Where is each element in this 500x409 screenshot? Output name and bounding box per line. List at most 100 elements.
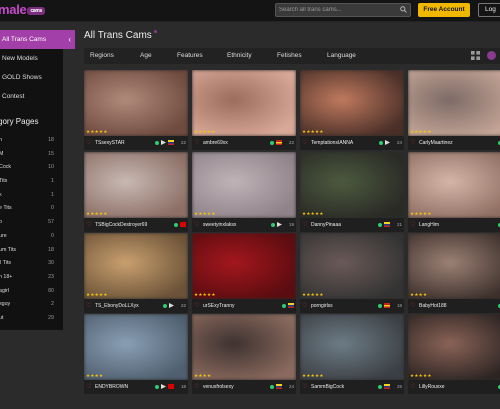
cam-card[interactable]: ★★★★★ ♡ ambre69xx 22 [192, 70, 296, 150]
category-item[interactable]: k1 [0, 189, 60, 203]
cam-username[interactable]: ENDYBROWN [95, 380, 128, 394]
category-item[interactable]: agirl 80 [0, 285, 60, 299]
cam-card[interactable]: ★★★★★ ♡ SammBigCock 25 [300, 314, 404, 394]
category-count: 23 [48, 273, 54, 280]
category-item[interactable]: Tits 1 [0, 175, 60, 189]
cam-thumbnail[interactable] [408, 233, 500, 299]
category-item[interactable]: ure 0 [0, 230, 60, 244]
cam-thumbnail[interactable] [300, 70, 404, 136]
cam-username[interactable]: CarlyMaartinez [419, 136, 453, 150]
category-item[interactable]: um Tits 18 [0, 244, 60, 258]
cam-username[interactable]: TSsexySTAR [95, 136, 125, 150]
cam-username[interactable]: TemptationsIANNA [311, 136, 353, 150]
category-item[interactable]: e Tits 0 [0, 202, 60, 216]
nav-gold-shows[interactable]: GOLD Shows [0, 68, 75, 87]
cam-card[interactable]: ★★★★★ ♡ TemptationsIANNA 24 [300, 70, 404, 150]
view-toggle-icon[interactable] [487, 51, 496, 60]
category-item[interactable]: M 15 [0, 148, 60, 162]
favorite-heart-icon[interactable]: ♡ [194, 302, 199, 309]
filter-fetishes[interactable]: Fetishes [277, 48, 302, 64]
search-input[interactable] [279, 5, 391, 15]
cam-thumbnail[interactable] [300, 233, 404, 299]
favorite-heart-icon[interactable]: ♡ [194, 383, 199, 390]
cam-username[interactable]: SammBigCock [311, 380, 344, 394]
cam-thumbnail[interactable] [192, 233, 296, 299]
cam-thumbnail[interactable] [300, 314, 404, 380]
cam-card[interactable]: ★★★★★ ♡ urSExyTranny [192, 233, 296, 313]
category-item[interactable]: n 18+ 23 [0, 271, 60, 285]
favorite-heart-icon[interactable]: ♡ [86, 302, 91, 309]
cam-card[interactable]: ★★★★★ ♡ DannyPinaaa 21 [300, 152, 404, 232]
cam-username[interactable]: sweetyinxlaksx [203, 218, 236, 232]
cam-username[interactable]: TS_EbonyDoLLXyx [95, 299, 139, 313]
nav-all-trans-cams[interactable]: All Trans Cams ‹ [0, 30, 75, 49]
cam-username[interactable]: BabyHot188 [419, 299, 447, 313]
favorite-heart-icon[interactable]: ♡ [410, 383, 415, 390]
cam-card[interactable]: ★★★★★ ♡ TS_EbonyDoLLXyx 22 [84, 233, 188, 313]
cam-username[interactable]: urSExyTranny [203, 299, 235, 313]
favorite-heart-icon[interactable]: ♡ [86, 221, 91, 228]
collapse-chevron-icon[interactable]: ‹ [68, 30, 71, 49]
cam-thumbnail[interactable] [408, 70, 500, 136]
favorite-heart-icon[interactable]: ♡ [410, 221, 415, 228]
filter-language[interactable]: Language [327, 48, 356, 64]
cam-thumbnail[interactable] [84, 233, 188, 299]
category-item[interactable]: Cock 10 [0, 161, 60, 175]
cam-username[interactable]: TSBigCockDestroyer69 [95, 218, 147, 232]
category-item[interactable]: ll Tits 30 [0, 257, 60, 271]
category-item[interactable]: sguy 2 [0, 298, 60, 312]
filter-features[interactable]: Features [177, 48, 203, 64]
cam-card[interactable]: ★★★★★ ♡ TSBigCockDestroyer69 [84, 152, 188, 232]
favorite-heart-icon[interactable]: ♡ [302, 221, 307, 228]
cam-card[interactable]: ★★★★ ♡ ENDYBROWN 18 [84, 314, 188, 394]
free-account-button[interactable]: Free Account [418, 3, 470, 17]
cam-card[interactable]: ★★★★★ ♡ TSsexySTAR 22 [84, 70, 188, 150]
cam-username[interactable]: LangHim [419, 218, 439, 232]
cam-card[interactable]: ★★★★★ ♡ porngirlss 18 [300, 233, 404, 313]
filter-ethnicity[interactable]: Ethnicity [227, 48, 252, 64]
cam-card[interactable]: ★★★★★ ♡ LillyRouxxe [408, 314, 500, 394]
favorite-heart-icon[interactable]: ♡ [194, 221, 199, 228]
grid-view-icon[interactable] [471, 51, 480, 60]
category-item[interactable]: ut 29 [0, 312, 60, 326]
categories-heading: gory Pages [0, 117, 39, 126]
favorite-heart-icon[interactable]: ♡ [410, 139, 415, 146]
cam-thumbnail[interactable] [84, 152, 188, 218]
cam-thumbnail[interactable] [192, 314, 296, 380]
cam-username[interactable]: porngirlss [311, 299, 333, 313]
filter-regions[interactable]: Regions [90, 48, 114, 64]
rating-stars-icon: ★★★★★ [302, 292, 324, 297]
favorite-heart-icon[interactable]: ♡ [86, 139, 91, 146]
search-icon[interactable] [400, 6, 407, 13]
cam-thumbnail[interactable] [84, 314, 188, 380]
cam-username[interactable]: DannyPinaaa [311, 218, 341, 232]
nav-contest[interactable]: Contest [0, 87, 75, 106]
favorite-heart-icon[interactable]: ♡ [302, 302, 307, 309]
cam-thumbnail[interactable] [300, 152, 404, 218]
login-button[interactable]: Log [478, 3, 500, 17]
favorite-heart-icon[interactable]: ♡ [194, 139, 199, 146]
cam-thumbnail[interactable] [192, 70, 296, 136]
online-status-icon [163, 304, 167, 308]
category-item[interactable]: n 18 [0, 134, 60, 148]
nav-new-models[interactable]: New Models [0, 49, 75, 68]
cam-card[interactable]: ★★★★ ♡ venusfrolsexy 24 [192, 314, 296, 394]
cam-thumbnail[interactable] [84, 70, 188, 136]
cam-thumbnail[interactable] [408, 152, 500, 218]
cam-card[interactable]: ★★★★★ ♡ CarlyMaartinez [408, 70, 500, 150]
cam-username[interactable]: LillyRouxxe [419, 380, 445, 394]
favorite-heart-icon[interactable]: ♡ [302, 383, 307, 390]
cam-username[interactable]: ambre69xx [203, 136, 228, 150]
filter-age[interactable]: Age [140, 48, 152, 64]
cam-card[interactable]: ★★★★★ ♡ LangHim [408, 152, 500, 232]
cam-card[interactable]: ★★★★★ ♡ sweetyinxlaksx 19 [192, 152, 296, 232]
cam-card[interactable]: ★★★★ ♡ BabyHot188 [408, 233, 500, 313]
favorite-heart-icon[interactable]: ♡ [410, 302, 415, 309]
favorite-heart-icon[interactable]: ♡ [86, 383, 91, 390]
cam-thumbnail[interactable] [192, 152, 296, 218]
category-item[interactable]: o 57 [0, 216, 60, 230]
favorite-heart-icon[interactable]: ♡ [302, 139, 307, 146]
cam-username[interactable]: venusfrolsexy [203, 380, 234, 394]
cam-thumbnail[interactable] [408, 314, 500, 380]
site-logo[interactable]: male cams [0, 2, 46, 17]
